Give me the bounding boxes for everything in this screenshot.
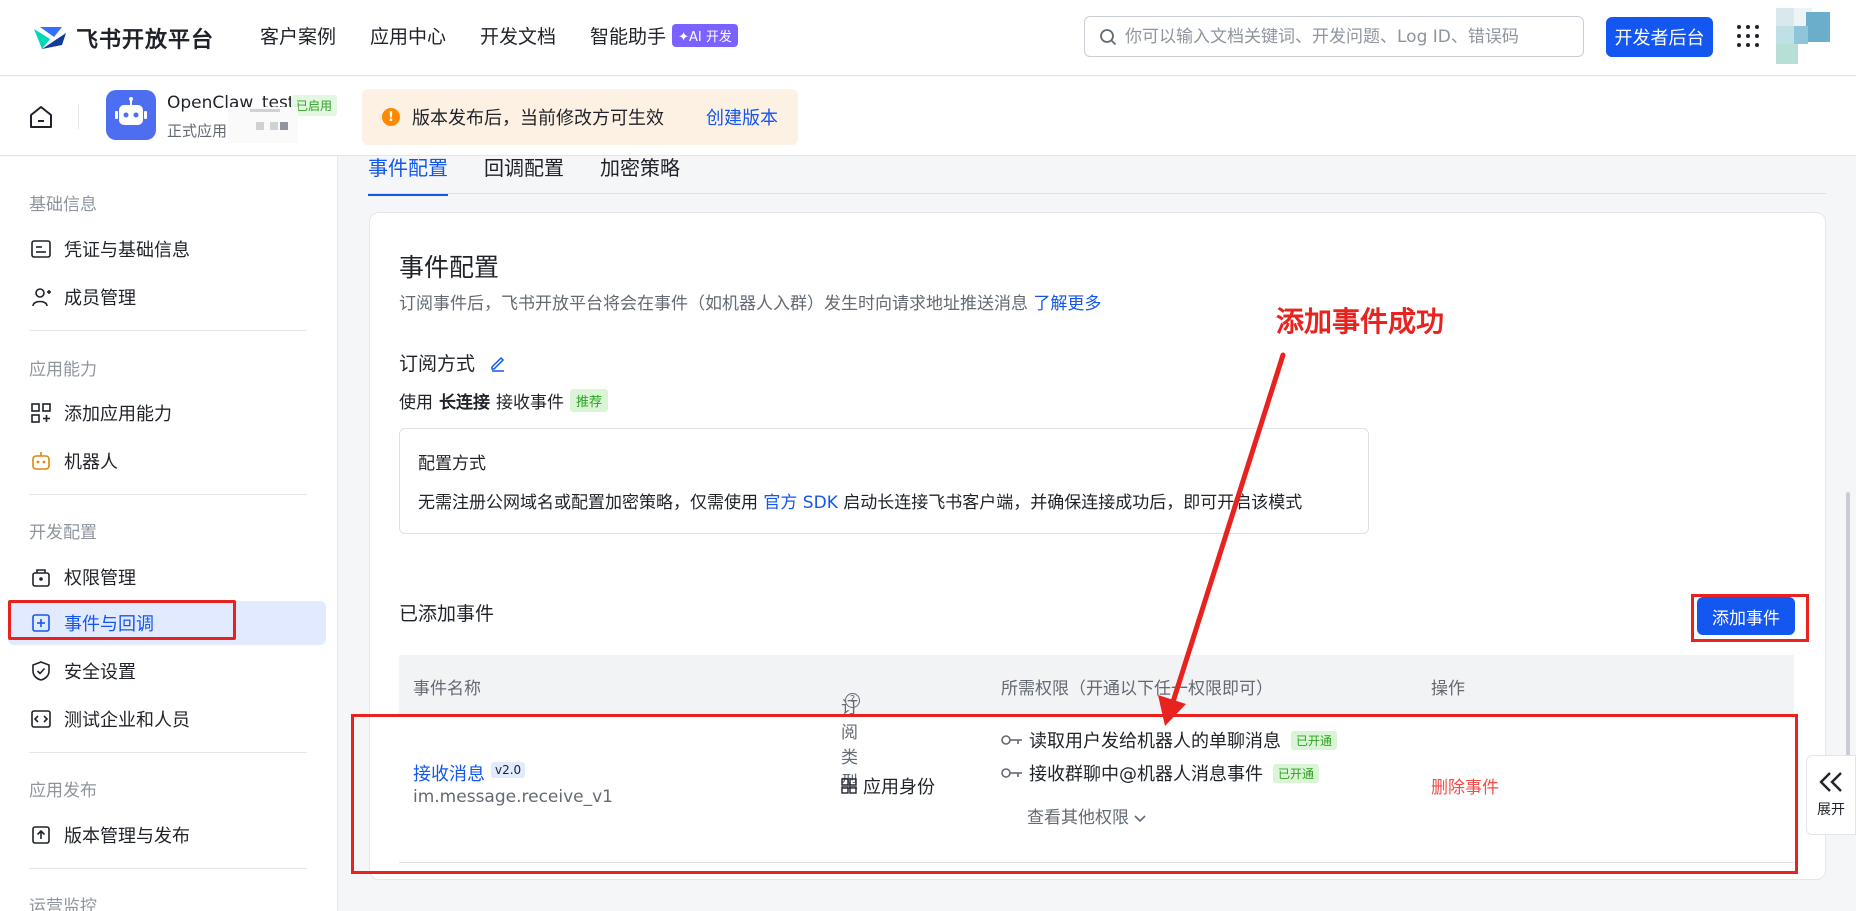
redacted-area <box>228 107 298 143</box>
shield-icon <box>32 661 50 681</box>
edit-icon[interactable] <box>489 354 507 372</box>
feishu-logo-icon <box>34 27 66 49</box>
config-method-box: 配置方式 无需注册公网域名或配置加密策略，仅需使用 官方 SDK 启动长连接飞书… <box>399 428 1369 534</box>
card-description: 订阅事件后，飞书开放平台将会在事件（如机器人入群）发生时向请求地址推送消息 了解… <box>399 289 1101 314</box>
sidebar-item-robot[interactable]: 机器人 <box>8 439 326 483</box>
sidebar-group-basic: 基础信息 <box>29 195 97 215</box>
long-connection-label: 长连接 <box>439 393 490 413</box>
add-user-icon <box>32 288 51 307</box>
sidebar-divider <box>29 494 307 495</box>
help-icon[interactable]: ? <box>845 693 860 708</box>
sidebar-item-label: 测试企业和人员 <box>64 710 190 731</box>
sidebar-item-members[interactable]: 成员管理 <box>8 275 326 319</box>
config-method-desc: 无需注册公网域名或配置加密策略，仅需使用 官方 SDK 启动长连接飞书客户端，并… <box>418 488 1350 513</box>
brand-logo[interactable]: 飞书开放平台 <box>32 22 214 54</box>
scrollbar[interactable] <box>1846 492 1850 792</box>
config-desc-part2: 启动长连接飞书客户端，并确保连接成功后，即可开启该模式 <box>843 493 1303 513</box>
publish-notice: ! 版本发布后，当前修改方可生效 创建版本 <box>362 89 798 145</box>
tab-encryption[interactable]: 加密策略 <box>600 152 680 196</box>
search-icon <box>1100 28 1117 45</box>
sidebar-item-test-org[interactable]: 测试企业和人员 <box>8 697 326 741</box>
upload-box-icon <box>32 826 50 844</box>
user-avatar[interactable] <box>1776 8 1830 64</box>
sidebar-item-label: 凭证与基础信息 <box>64 240 190 261</box>
nav-links: 客户案例 应用中心 开发文档 智能助手 ✦AI 开发 <box>260 22 738 49</box>
sidebar-item-label: 机器人 <box>64 452 118 473</box>
config-tabs: 事件配置 回调配置 加密策略 <box>368 152 680 196</box>
nav-link-assistant-label: 智能助手 <box>590 26 667 48</box>
search-box <box>1084 16 1584 57</box>
config-method-title: 配置方式 <box>418 454 486 474</box>
tab-callback-config[interactable]: 回调配置 <box>484 152 564 196</box>
use-suffix: 接收事件 <box>496 393 564 413</box>
col-actions: 操作 <box>1431 679 1465 699</box>
top-nav: 飞书开放平台 客户案例 应用中心 开发文档 智能助手✦AI 开发 开发者后台 <box>0 0 1856 76</box>
app-type: 正式应用 <box>167 122 228 140</box>
add-button-highlight-box <box>1691 594 1809 642</box>
app-grid-icon[interactable] <box>1736 24 1760 48</box>
col-event-name: 事件名称 <box>413 679 481 699</box>
nav-link-assistant[interactable]: 智能助手 ✦AI 开发 <box>590 22 738 49</box>
sidebar: 基础信息 凭证与基础信息 成员管理 应用能力 添加应用能力 机器人 开发配置 权… <box>0 157 338 911</box>
lock-icon <box>32 569 50 587</box>
tab-event-config[interactable]: 事件配置 <box>368 152 448 196</box>
added-events-title: 已添加事件 <box>399 603 495 625</box>
sidebar-item-label: 添加应用能力 <box>64 404 172 425</box>
sidebar-item-security[interactable]: 安全设置 <box>8 649 326 693</box>
nav-link-app-center[interactable]: 应用中心 <box>370 22 446 49</box>
double-chevron-left-icon <box>1819 772 1842 792</box>
col-permissions: 所需权限（开通以下任一权限即可） <box>1001 679 1273 699</box>
recommend-badge: 推荐 <box>570 389 609 412</box>
brand-name: 飞书开放平台 <box>76 28 215 53</box>
sidebar-item-label: 版本管理与发布 <box>64 826 190 847</box>
robot-icon <box>115 97 147 125</box>
sidebar-divider <box>29 868 307 869</box>
sidebar-item-label: 成员管理 <box>64 288 136 309</box>
sidebar-item-versions[interactable]: 版本管理与发布 <box>8 813 326 857</box>
sidebar-item-add-capability[interactable]: 添加应用能力 <box>8 391 326 435</box>
use-prefix: 使用 <box>399 393 433 413</box>
expand-panel-button[interactable]: 展开 <box>1806 755 1856 835</box>
sidebar-item-permissions[interactable]: 权限管理 <box>8 555 326 599</box>
subscription-mode: 订阅方式 <box>399 349 507 376</box>
app-header: OpenClaw_test 已启用 正式应用 ! 版本发布后，当前修改方可生效 … <box>0 77 1856 156</box>
warning-icon: ! <box>382 108 400 126</box>
card-description-text: 订阅事件后，飞书开放平台将会在事件（如机器人入群）发生时向请求地址推送消息 <box>399 294 1028 314</box>
ai-dev-badge: ✦AI 开发 <box>672 24 738 47</box>
id-card-icon <box>31 240 51 258</box>
learn-more-link[interactable]: 了解更多 <box>1033 294 1101 314</box>
app-icon <box>106 90 156 140</box>
subscription-mode-label: 订阅方式 <box>399 353 476 375</box>
sidebar-highlight-box <box>8 600 236 640</box>
sidebar-group-capability: 应用能力 <box>29 360 97 380</box>
robot-icon <box>32 452 50 470</box>
sidebar-item-credentials[interactable]: 凭证与基础信息 <box>8 227 326 271</box>
expand-label: 展开 <box>1817 802 1845 818</box>
nav-link-cases[interactable]: 客户案例 <box>260 22 336 49</box>
sidebar-divider <box>29 330 307 331</box>
official-sdk-link[interactable]: 官方 SDK <box>763 493 837 513</box>
event-row-highlight-box <box>351 714 1798 874</box>
publish-notice-text: 版本发布后，当前修改方可生效 <box>412 108 664 129</box>
apps-add-icon <box>31 403 51 423</box>
sidebar-group-dev-config: 开发配置 <box>29 523 97 543</box>
sidebar-group-release: 应用发布 <box>29 781 97 801</box>
events-table-header: 事件名称 订阅类型? 所需权限（开通以下任一权限即可） 操作 <box>399 655 1794 793</box>
create-version-link[interactable]: 创建版本 <box>706 104 778 130</box>
nav-link-docs[interactable]: 开发文档 <box>480 22 556 49</box>
search-input[interactable] <box>1125 26 1555 47</box>
divider <box>78 105 79 129</box>
success-annotation: 添加事件成功 <box>1276 305 1445 338</box>
dev-console-button[interactable]: 开发者后台 <box>1606 17 1713 57</box>
sidebar-group-monitoring: 运营监控 <box>29 897 97 911</box>
tabs-divider <box>368 193 1826 194</box>
card-title: 事件配置 <box>399 253 500 282</box>
config-desc-part1: 无需注册公网域名或配置加密策略，仅需使用 <box>418 493 758 513</box>
code-box-icon <box>31 710 51 728</box>
sidebar-divider <box>29 752 307 753</box>
subscription-method: 使用 长连接 接收事件 推荐 <box>399 388 609 413</box>
home-icon[interactable] <box>28 104 54 130</box>
sidebar-item-label: 权限管理 <box>64 568 136 589</box>
sidebar-item-label: 安全设置 <box>64 662 136 683</box>
